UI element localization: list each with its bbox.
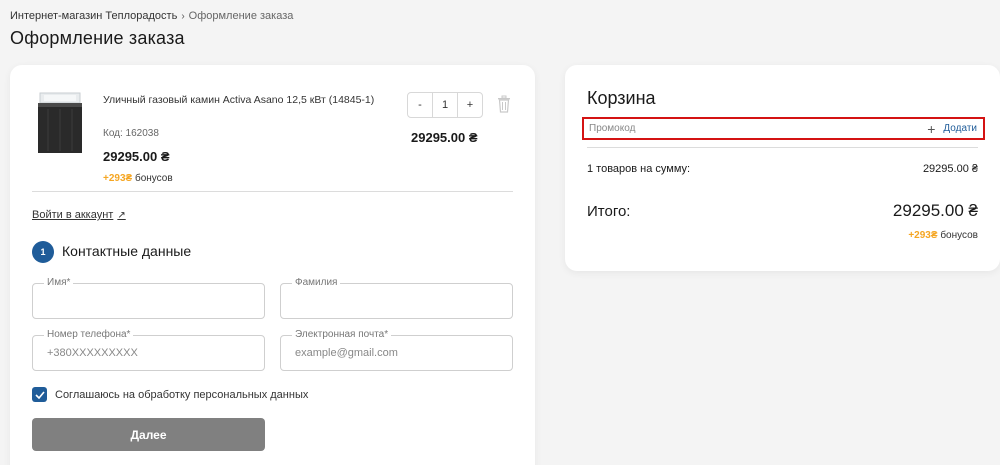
product-price: 29295.00 ₴ xyxy=(103,149,170,164)
total-row: Итого: 29295.00 ₴ xyxy=(587,201,978,221)
product-bonus-label: бонусов xyxy=(134,173,173,184)
next-button[interactable]: Далее xyxy=(32,418,265,451)
divider xyxy=(32,191,513,192)
quantity-decrease-button[interactable]: - xyxy=(408,93,432,117)
subtotal-value: 29295.00 ₴ xyxy=(922,163,978,175)
breadcrumb-current: Оформление заказа xyxy=(188,10,294,22)
total-bonus-amount: +293₴ xyxy=(908,230,938,241)
check-icon xyxy=(34,390,45,399)
breadcrumb: Интернет-магазин Теплорадость › Оформлен… xyxy=(10,10,293,22)
quantity-input[interactable]: 1 xyxy=(432,93,458,117)
promo-code-label: Промокод xyxy=(589,123,636,134)
total-label: Итого: xyxy=(587,203,631,220)
subtotal-row: 1 товаров на сумму: 29295.00 ₴ xyxy=(587,163,978,175)
promo-add-button[interactable]: + Додати xyxy=(927,120,977,137)
contact-section-title: Контактные данные xyxy=(62,243,192,259)
divider xyxy=(587,147,978,148)
quantity-stepper: - 1 + xyxy=(407,92,483,118)
cart-title: Корзина xyxy=(587,88,656,108)
total-bonus-label: бонусов xyxy=(940,230,978,241)
cart-summary-card: Корзина Промокод + Додати 1 товаров на с… xyxy=(565,65,1000,271)
last-name-input[interactable] xyxy=(295,284,502,318)
product-bonus: +293₴ бонусов xyxy=(103,173,173,184)
login-link-label[interactable]: Войти в аккаунт xyxy=(32,209,113,221)
first-name-input[interactable] xyxy=(47,284,254,318)
plus-icon: + xyxy=(927,120,936,137)
external-arrow-icon: ↗ xyxy=(117,209,126,221)
email-input[interactable] xyxy=(295,336,502,370)
consent-row: Соглашаюсь на обработку персональных дан… xyxy=(32,387,308,402)
page-title: Оформление заказа xyxy=(10,28,185,48)
consent-checkbox[interactable] xyxy=(32,387,47,402)
phone-input[interactable] xyxy=(47,336,254,370)
product-code: Код: 162038 xyxy=(103,128,159,139)
chevron-right-icon: › xyxy=(181,10,185,22)
item-total: 29295.00 ₴ xyxy=(411,130,478,145)
promo-code-row[interactable]: Промокод + Додати xyxy=(582,117,985,140)
order-form-card: Уличный газовый камин Activa Asano 12,5 … xyxy=(10,65,535,465)
last-name-field[interactable]: Фамилия xyxy=(280,277,513,319)
subtotal-label: 1 товаров на сумму: xyxy=(587,163,691,175)
consent-label: Соглашаюсь на обработку персональных дан… xyxy=(55,388,309,401)
breadcrumb-home-link[interactable]: Интернет-магазин Теплорадость xyxy=(10,10,177,22)
email-field[interactable]: Электронная почта* xyxy=(280,329,513,371)
total-bonus: +293₴ бонусов xyxy=(908,230,978,241)
login-link[interactable]: Войти в аккаунт ↗ xyxy=(32,209,126,221)
total-value: 29295.00 ₴ xyxy=(892,201,978,220)
quantity-increase-button[interactable]: + xyxy=(458,93,482,117)
product-bonus-amount: +293₴ xyxy=(103,173,133,184)
step-number-badge: 1 xyxy=(32,241,54,263)
promo-add-label[interactable]: Додати xyxy=(943,123,977,134)
first-name-field[interactable]: Имя* xyxy=(32,277,265,319)
product-name-link[interactable]: Уличный газовый камин Activa Asano 12,5 … xyxy=(103,93,383,107)
phone-field[interactable]: Номер телефона* xyxy=(32,329,265,371)
trash-icon[interactable] xyxy=(497,95,511,113)
product-image[interactable] xyxy=(34,91,86,155)
